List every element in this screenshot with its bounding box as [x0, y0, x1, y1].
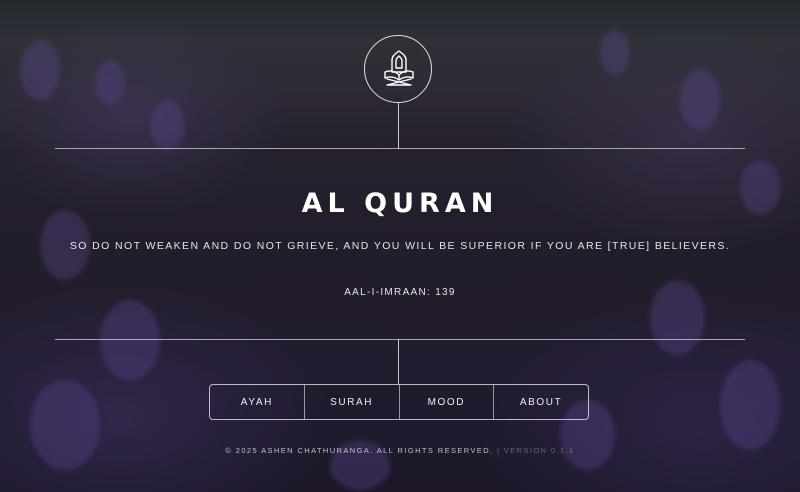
page: AL QURAN SO DO NOT WEAKEN AND DO NOT GRI…	[0, 0, 800, 492]
divider-top	[55, 148, 745, 149]
divider-bottom	[55, 339, 745, 340]
connector-line-bottom	[398, 339, 399, 384]
nav-item-about[interactable]: ABOUT	[494, 385, 588, 419]
nav-item-surah[interactable]: SURAH	[305, 385, 400, 419]
verse-text: SO DO NOT WEAKEN AND DO NOT GRIEVE, AND …	[69, 240, 731, 252]
nav-bar: AYAH SURAH MOOD ABOUT	[209, 384, 589, 420]
nav-item-ayah[interactable]: AYAH	[210, 385, 305, 419]
connector-line-top	[398, 103, 399, 149]
footer: © 2025 ASHEN CHATHURANGA. ALL RIGHTS RES…	[0, 446, 800, 455]
page-title: AL QURAN	[301, 188, 499, 219]
version-text: | VERSION 0.1.1	[497, 446, 575, 455]
copyright-text: © 2025 ASHEN CHATHURANGA. ALL RIGHTS RES…	[225, 446, 494, 455]
verse-reference: AAL-I-IMRAAN: 139	[344, 287, 456, 298]
logo[interactable]	[364, 35, 432, 103]
nav-item-mood[interactable]: MOOD	[400, 385, 495, 419]
